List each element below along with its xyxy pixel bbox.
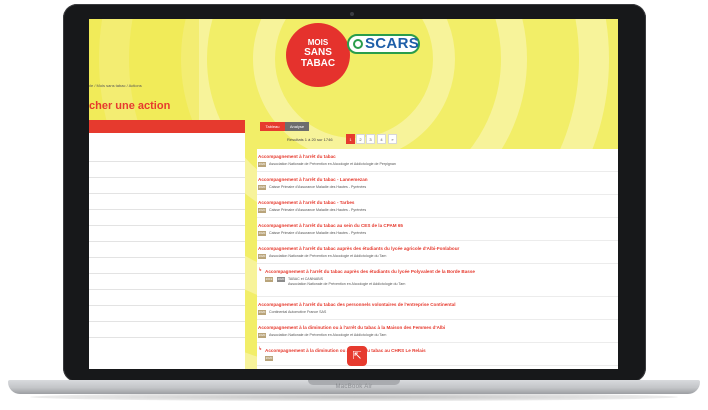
logo-line-2: SANS [304,47,332,58]
filter-row[interactable] [89,321,245,322]
organization-name: Association Nationale de Prévention en A… [288,282,406,286]
laptop-shadow [30,393,678,401]
filter-row[interactable] [89,289,245,290]
list-item[interactable]: Accompagnement à l'arrêt du tabac auprès… [257,241,618,264]
page-3-button[interactable]: 3 [366,134,375,144]
year-badge: 2020 [265,356,273,361]
action-title-link[interactable]: Accompagnement à l'arrêt du tabac des pe… [258,302,455,307]
filter-row[interactable] [89,177,245,178]
theme-label: TABAC et CANNABIS [288,277,324,281]
filter-row[interactable] [89,225,245,226]
year-badge: 2019 [265,277,273,282]
filter-row[interactable] [89,209,245,210]
page-4-button[interactable]: 4 [377,134,386,144]
page-title: cher une action [89,100,171,112]
device-label: MacBook Air [335,384,373,390]
year-badge: 2020 [258,208,266,213]
results-count: Résultats 1 à 20 sur 1746 [287,137,333,142]
list-item[interactable]: ↳ Accompagnement à la diminution ou à l'… [257,343,618,366]
list-item[interactable]: ↳ Accompagnement à l'arrêt du tabac aupr… [257,264,618,297]
year-badge: 2020 [258,333,266,338]
action-title-link[interactable]: Accompagnement à l'arrêt du tabac - Tarb… [258,200,354,205]
year-badge: 2020 [258,185,266,190]
year-badge: 2020 [258,254,266,259]
filter-row[interactable] [89,305,245,306]
list-item[interactable]: Accompagnement à l'arrêt du tabac 2020 A… [257,149,618,172]
filter-panel-header[interactable] [89,120,245,133]
year-badge: 2020 [258,310,266,315]
action-title-link[interactable]: Accompagnement à la diminution ou à l'ar… [258,325,445,330]
list-item[interactable]: Accompagnement à l'arrêt du tabac - Lann… [257,172,618,195]
camera-icon [350,12,354,16]
year-badge: 2020 [277,277,285,282]
mois-sans-tabac-logo[interactable]: MOIS SANS TABAC [286,23,350,87]
oscars-mark-icon [353,39,363,49]
filter-row[interactable] [89,241,245,242]
breadcrumb[interactable]: ıle / Mois sans tabac / Actions [89,83,142,88]
organization-name: Association Nationale de Prévention en A… [269,162,396,166]
organization-name: Association Nationale de Prévention en A… [269,333,387,337]
list-item[interactable]: Accompagnement à l'arrêt du tabac - Tarb… [257,195,618,218]
list-item[interactable]: Accompagnement à la diminution ou à l'ar… [257,320,618,343]
list-item[interactable]: Accompagnement à l'arrêt du tabac au sei… [257,218,618,241]
logo-line-1: MOIS [307,38,329,47]
screen: MOIS SANS TABAC SCARS ıle / Mois sans ta… [89,19,618,369]
action-list: Accompagnement à l'arrêt du tabac 2020 A… [257,149,618,369]
filter-panel [89,120,245,369]
list-item[interactable]: Accompagnement à l'arrêt du tabac des pe… [257,297,618,320]
organization-name: Continental Automotive France SAS [269,310,327,314]
organization-name: Association Nationale de Prévention en A… [269,254,387,258]
organization-name: Caisse Primaire d'Assurance Maladie des … [269,231,367,235]
next-page-button[interactable]: » [388,134,397,144]
sub-item-arrow-icon: ↳ [258,267,263,273]
sub-item-arrow-icon: ↳ [258,346,263,352]
organization-name: Caisse Primaire d'Assurance Maladie des … [269,185,367,189]
tab-tableau[interactable]: Tableau [260,122,285,131]
oscars-logo-text: SCARS [365,35,420,52]
filter-row[interactable] [89,337,245,338]
filter-row[interactable] [89,161,245,162]
oscars-logo[interactable]: SCARS [347,34,420,54]
share-button[interactable]: ⇱ [347,346,367,366]
filter-row[interactable] [89,257,245,258]
action-title-link[interactable]: Accompagnement à la diminution ou à l'ar… [265,348,426,353]
filter-row[interactable] [89,193,245,194]
tab-analyse[interactable]: Analyse [285,122,309,131]
year-badge: 2020 [258,231,266,236]
page-1-button[interactable]: 1 [346,134,355,144]
action-title-link[interactable]: Accompagnement à l'arrêt du tabac - Lann… [258,177,368,182]
logo-line-3: TABAC [300,58,336,69]
action-title-link[interactable]: Accompagnement à l'arrêt du tabac au sei… [258,223,403,228]
year-badge: 2020 [258,162,266,167]
action-title-link[interactable]: Accompagnement à l'arrêt du tabac [258,154,336,159]
page-2-button[interactable]: 2 [356,134,365,144]
external-link-icon: ⇱ [352,350,362,362]
organization-name: Caisse Primaire d'Assurance Maladie des … [269,208,367,212]
filter-row[interactable] [89,273,245,274]
action-title-link[interactable]: Accompagnement à l'arrêt du tabac auprès… [265,269,475,274]
action-title-link[interactable]: Accompagnement à l'arrêt du tabac auprès… [258,246,459,251]
